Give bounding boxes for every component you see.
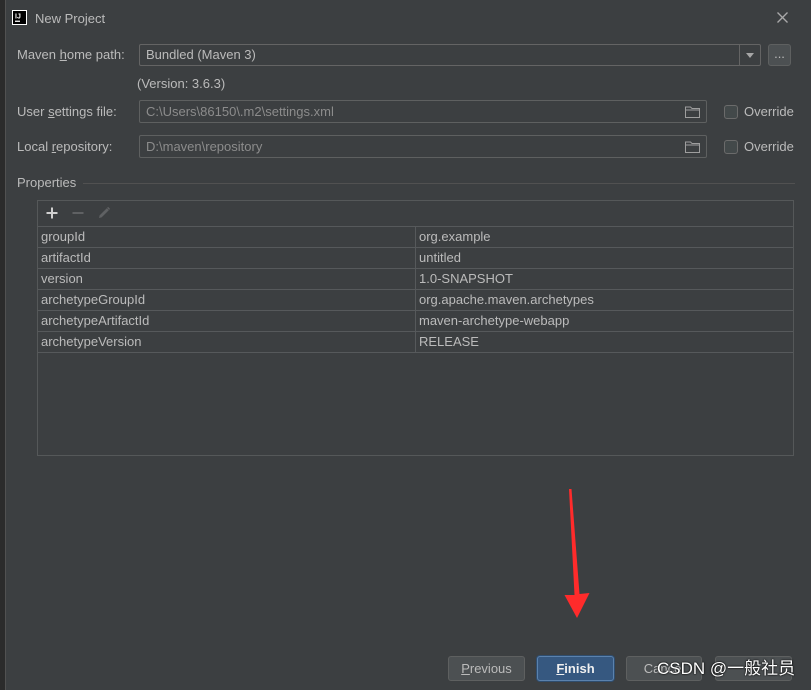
remove-property-button[interactable] [71,206,85,220]
local-repository-value: D:\maven\repository [146,139,263,154]
property-value-cell[interactable]: 1.0-SNAPSHOT [415,269,793,289]
edit-property-button[interactable] [97,206,111,220]
minus-icon [72,212,84,214]
override-label: Override [744,139,794,154]
override-label: Override [744,104,794,119]
dropdown-button[interactable] [739,45,760,65]
close-icon [777,12,788,23]
maven-home-combobox[interactable]: Bundled (Maven 3) [139,44,761,66]
close-button[interactable] [776,11,789,24]
user-settings-value: C:\Users\86150\.m2\settings.xml [146,104,334,119]
table-row[interactable]: version 1.0-SNAPSHOT [38,269,793,290]
intellij-logo: IJ [12,10,27,25]
properties-table: groupId org.example artifactId untitled … [38,226,793,353]
dialog-title: New Project [35,11,106,26]
mnemonic-letter: P [461,661,470,676]
checkbox-box[interactable] [724,105,738,119]
property-value-cell[interactable]: RELEASE [415,332,793,352]
mnemonic-letter: s [48,104,55,119]
user-settings-override-checkbox[interactable]: Override [724,104,804,120]
property-key-cell[interactable]: groupId [38,227,415,247]
table-row[interactable]: groupId org.example [38,227,793,248]
table-row[interactable]: archetypeArtifactId maven-archetype-weba… [38,311,793,332]
user-settings-label: User settings file: [17,104,117,119]
properties-separator [83,183,795,184]
plus-icon [46,207,58,219]
add-property-button[interactable] [45,206,59,220]
folder-icon[interactable] [685,141,700,153]
chevron-down-icon [746,53,754,58]
maven-home-label: Maven home path: [17,47,125,62]
watermark: CSDN @一般社员 [657,659,796,678]
pencil-icon [99,206,111,218]
mnemonic-letter: F [556,661,565,676]
property-value-cell[interactable]: untitled [415,248,793,268]
table-row[interactable]: archetypeVersion RELEASE [38,332,793,353]
property-key-cell[interactable]: archetypeVersion [38,332,415,352]
local-repository-label: Local repository: [17,139,113,154]
maven-home-selected-value: Bundled (Maven 3) [146,47,256,62]
local-repository-field[interactable]: D:\maven\repository [139,135,707,158]
maven-version-note: (Version: 3.6.3) [137,76,226,91]
mnemonic-letter: h [59,47,67,62]
finish-button[interactable]: Finish [537,656,614,681]
property-key-cell[interactable]: archetypeGroupId [38,290,415,310]
previous-button[interactable]: Previous [448,656,525,681]
maven-home-browse-button[interactable]: ... [768,44,791,66]
property-value-cell[interactable]: org.example [415,227,793,247]
property-key-cell[interactable]: archetypeArtifactId [38,311,415,331]
local-repository-override-checkbox[interactable]: Override [724,139,804,155]
properties-section-title: Properties [17,175,77,190]
property-key-cell[interactable]: version [38,269,415,289]
svg-text:IJ: IJ [15,14,21,21]
table-row[interactable]: archetypeGroupId org.apache.maven.archet… [38,290,793,311]
table-row[interactable]: artifactId untitled [38,248,793,269]
annotation-arrow-shape [564,489,590,618]
ide-editor-background [0,0,6,690]
property-value-cell[interactable]: maven-archetype-webapp [415,311,793,331]
properties-table-panel: groupId org.example artifactId untitled … [37,200,794,456]
mnemonic-letter: r [51,139,57,154]
checkbox-box[interactable] [724,140,738,154]
property-key-cell[interactable]: artifactId [38,248,415,268]
folder-icon[interactable] [685,106,700,118]
user-settings-field[interactable]: C:\Users\86150\.m2\settings.xml [139,100,707,123]
properties-toolbar [38,201,793,226]
property-value-cell[interactable]: org.apache.maven.archetypes [415,290,793,310]
